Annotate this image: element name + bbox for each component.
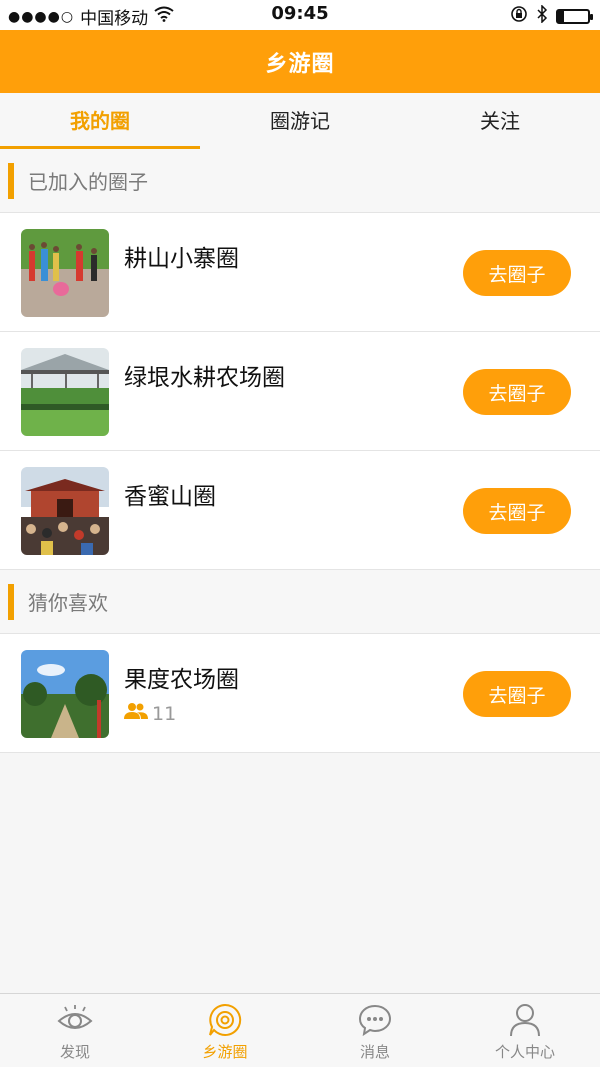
status-right bbox=[510, 4, 593, 28]
circle-thumbnail bbox=[21, 348, 109, 436]
tab-my-circles[interactable]: 我的圈 bbox=[0, 93, 200, 149]
recommend-circle-list: 果度农场圈 11 去圈子 bbox=[0, 634, 600, 753]
page-title: 乡游圈 bbox=[265, 51, 335, 77]
member-count-value: 11 bbox=[152, 702, 177, 725]
battery-level bbox=[558, 11, 564, 22]
circle-info: 耕山小寨圈 bbox=[124, 239, 239, 273]
nav-label: 发现 bbox=[59, 1043, 90, 1061]
eye-icon bbox=[57, 1002, 93, 1038]
bottom-nav: 发现 乡游圈 消息 个人中心 bbox=[0, 993, 600, 1067]
joined-circle-list: 耕山小寨圈 去圈子 绿垠水耕农场圈 去圈子 香蜜山圈 去圈子 bbox=[0, 213, 600, 570]
circle-row[interactable]: 绿垠水耕农场圈 去圈子 bbox=[0, 332, 600, 451]
recommend-section-title: 猜你喜欢 bbox=[28, 591, 108, 615]
go-to-circle-button[interactable]: 去圈子 bbox=[463, 369, 571, 415]
person-icon bbox=[509, 1002, 541, 1038]
circle-row[interactable]: 耕山小寨圈 去圈子 bbox=[0, 213, 600, 332]
bluetooth-icon bbox=[536, 4, 548, 28]
circle-thumbnail bbox=[21, 229, 109, 317]
rotation-lock-icon bbox=[510, 5, 528, 28]
circle-info: 绿垠水耕农场圈 bbox=[124, 358, 285, 392]
nav-discover[interactable]: 发现 bbox=[0, 994, 150, 1067]
circle-info: 果度农场圈 11 bbox=[124, 660, 239, 725]
circle-row[interactable]: 果度农场圈 11 去圈子 bbox=[0, 634, 600, 753]
battery-icon bbox=[556, 9, 593, 24]
joined-section-title: 已加入的圈子 bbox=[28, 170, 148, 194]
circle-name: 香蜜山圈 bbox=[124, 484, 216, 510]
app-header: 乡游圈 bbox=[0, 30, 600, 93]
chat-bubble-icon bbox=[358, 1002, 392, 1038]
nav-messages[interactable]: 消息 bbox=[300, 994, 450, 1067]
nav-label: 消息 bbox=[359, 1043, 390, 1061]
circle-info: 香蜜山圈 bbox=[124, 477, 216, 511]
nav-label: 个人中心 bbox=[494, 1043, 555, 1061]
tab-bar: 我的圈 圈游记 关注 bbox=[0, 93, 600, 149]
section-accent-bar bbox=[8, 162, 14, 199]
circle-thumbnail bbox=[21, 467, 109, 555]
circle-thumbnail bbox=[21, 650, 109, 738]
status-bar: ●●●●○ 中国移动 09:45 bbox=[0, 0, 600, 30]
joined-section-header: 已加入的圈子 bbox=[0, 149, 600, 213]
circle-row[interactable]: 香蜜山圈 去圈子 bbox=[0, 451, 600, 570]
member-count: 11 bbox=[124, 702, 239, 725]
go-to-circle-button[interactable]: 去圈子 bbox=[463, 671, 571, 717]
nav-profile[interactable]: 个人中心 bbox=[450, 994, 600, 1067]
circle-target-icon bbox=[208, 1002, 242, 1038]
circle-name: 果度农场圈 bbox=[124, 667, 239, 693]
members-icon bbox=[124, 702, 148, 725]
go-to-circle-button[interactable]: 去圈子 bbox=[463, 488, 571, 534]
circle-name: 耕山小寨圈 bbox=[124, 246, 239, 272]
recommend-section-header: 猜你喜欢 bbox=[0, 570, 600, 634]
go-to-circle-button[interactable]: 去圈子 bbox=[463, 250, 571, 296]
tab-travel-notes[interactable]: 圈游记 bbox=[200, 93, 400, 149]
nav-village-circle[interactable]: 乡游圈 bbox=[150, 994, 300, 1067]
nav-label: 乡游圈 bbox=[202, 1043, 248, 1061]
section-accent-bar bbox=[8, 583, 14, 620]
tab-following[interactable]: 关注 bbox=[400, 93, 600, 149]
circle-name: 绿垠水耕农场圈 bbox=[124, 365, 285, 391]
